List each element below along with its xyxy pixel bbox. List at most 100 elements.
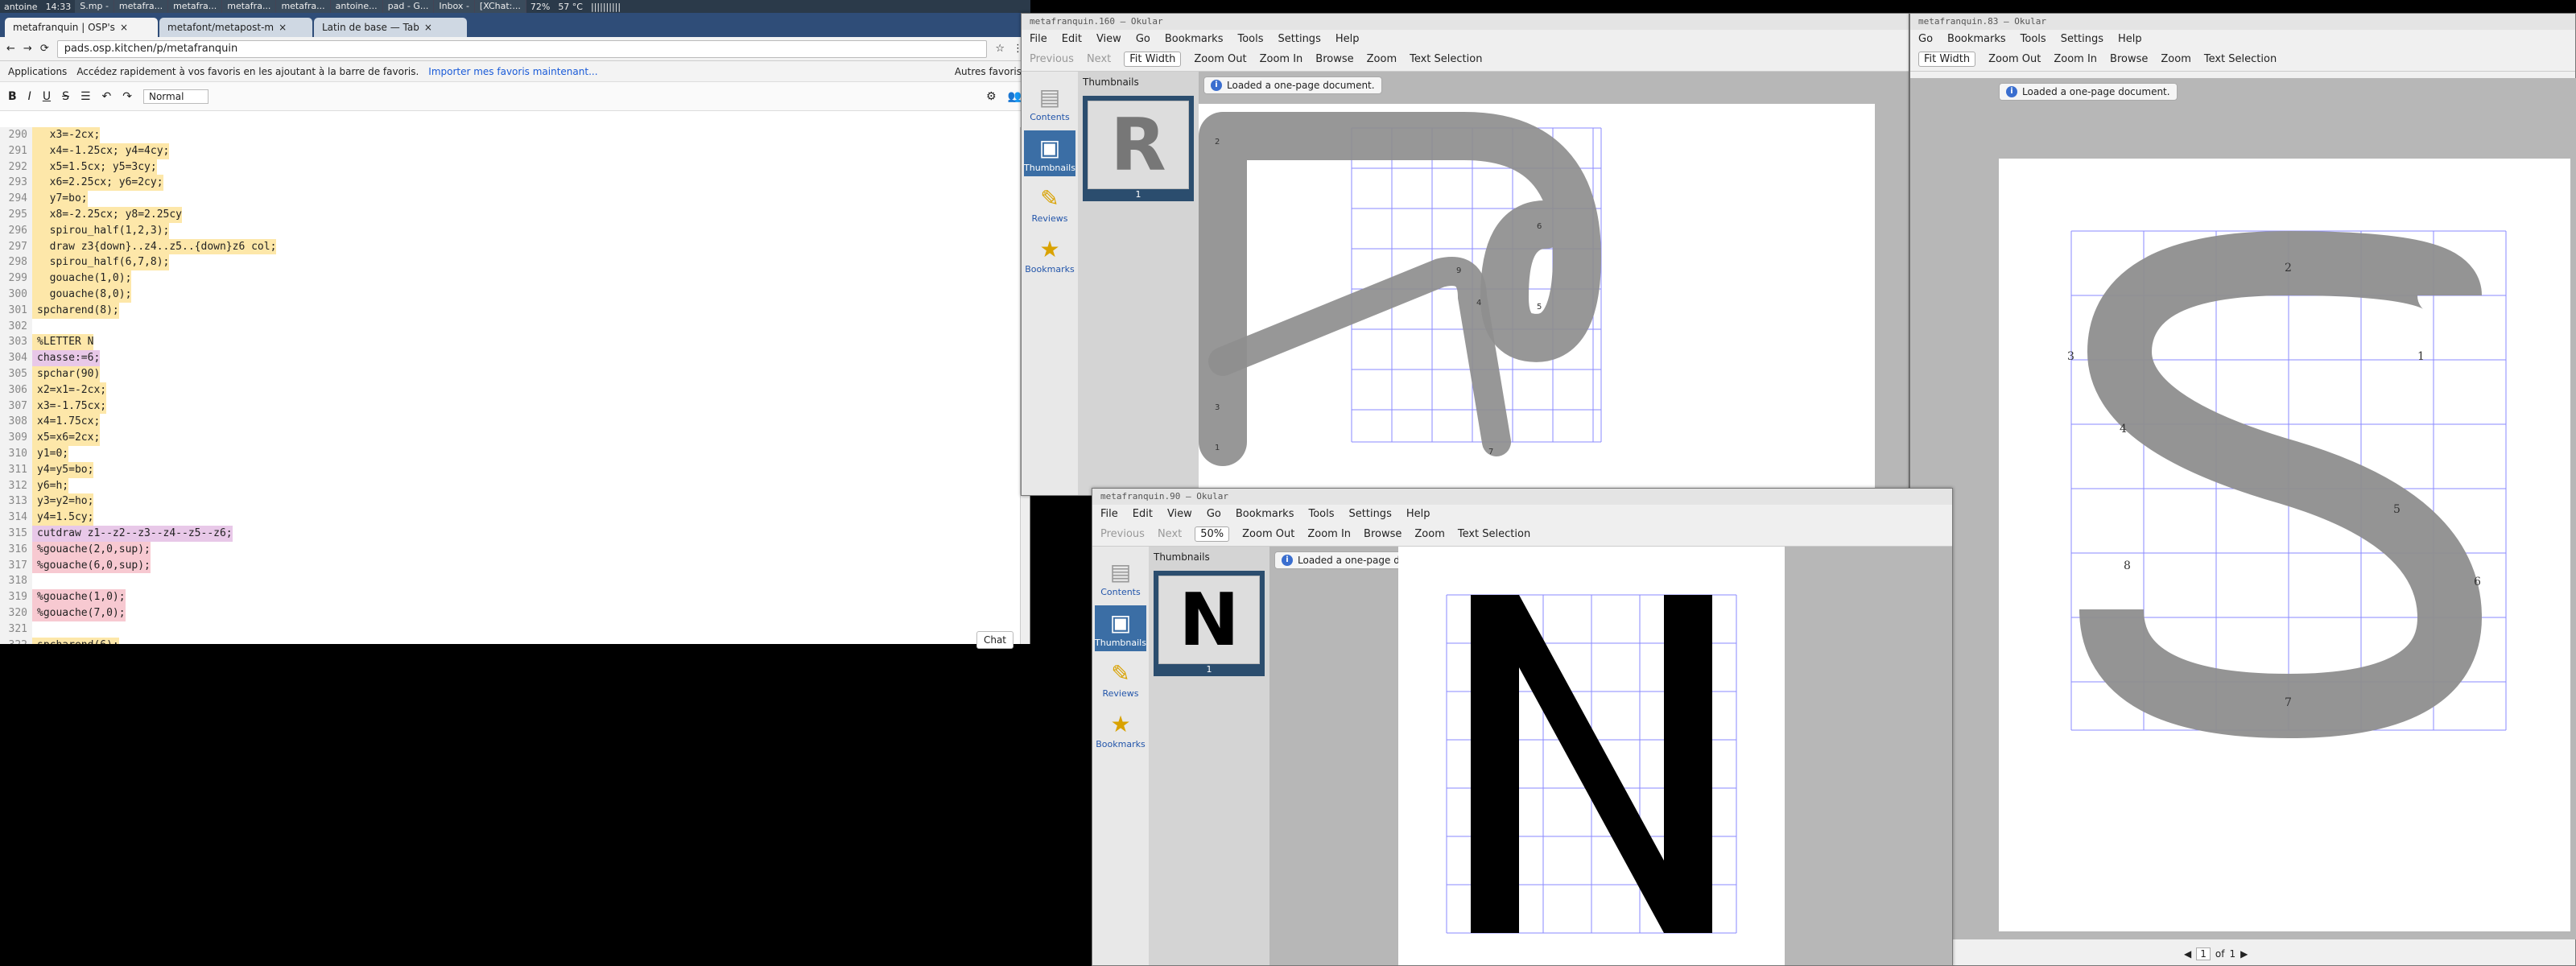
code-line[interactable]: 297 draw z3{down}..z4..z5..{down}z6 col; xyxy=(0,238,1021,255)
zoom-select[interactable]: 50% xyxy=(1195,526,1230,542)
document-view[interactable]: i Loaded a one-page document. 2 3 1 4 5 8… xyxy=(1910,78,2576,939)
zoom-out-button[interactable]: Zoom Out xyxy=(1194,53,1246,65)
browse-button[interactable]: Browse xyxy=(1364,528,1402,540)
zoom-out-button[interactable]: Zoom Out xyxy=(1988,53,2041,65)
code-line[interactable]: 295 x8=-2.25cx; y8=2.25cy xyxy=(0,206,1021,223)
sidebar-item-bookmarks[interactable]: ★ Bookmarks xyxy=(1095,707,1146,753)
previous-button[interactable]: Previous xyxy=(1030,53,1074,65)
browse-button[interactable]: Browse xyxy=(1315,53,1353,65)
menu-item[interactable]: File xyxy=(1100,508,1118,520)
redo-icon[interactable]: ↷ xyxy=(122,90,132,103)
text-selection-button[interactable]: Text Selection xyxy=(2204,53,2277,65)
menu-item[interactable]: Edit xyxy=(1062,33,1082,45)
taskbar-task[interactable]: metafra... xyxy=(114,0,169,13)
apps-link[interactable]: Applications xyxy=(8,66,67,77)
code-line[interactable]: 318 xyxy=(0,573,1021,590)
taskbar-task[interactable]: Inbox - xyxy=(434,0,475,13)
code-line[interactable]: 292 x5=1.5cx; y5=3cy; xyxy=(0,159,1021,175)
taskbar-task[interactable]: pad - G... xyxy=(382,0,435,13)
code-line[interactable]: 322spcharend(6); xyxy=(0,637,1021,644)
code-line[interactable]: 299 gouache(1,0); xyxy=(0,270,1021,287)
code-line[interactable]: 298 spirou_half(6,7,8); xyxy=(0,254,1021,271)
menu-item[interactable]: Go xyxy=(1136,33,1150,45)
menu-item[interactable]: Tools xyxy=(2021,33,2046,45)
zoom-tool-button[interactable]: Zoom xyxy=(1367,53,1397,65)
taskbar-task[interactable]: S.mp - xyxy=(75,0,114,13)
menu-item[interactable]: Go xyxy=(1918,33,1933,45)
code-line[interactable]: 315 cutdraw z1--z2--z3--z4--z5--z6; xyxy=(0,525,1021,542)
close-icon[interactable]: × xyxy=(120,18,128,37)
code-line[interactable]: 291 x4=-1.25cx; y4=4cy; xyxy=(0,142,1021,159)
import-bookmarks-link[interactable]: Importer mes favoris maintenant... xyxy=(428,66,597,77)
code-line[interactable]: 296 spirou_half(1,2,3); xyxy=(0,222,1021,239)
underline-button[interactable]: U xyxy=(43,90,51,103)
document-view[interactable]: i Loaded a one-page document. xyxy=(1269,547,1952,965)
taskbar-task[interactable]: antoine... xyxy=(330,0,383,13)
undo-icon[interactable]: ↶ xyxy=(102,90,112,103)
menu-item[interactable]: Tools xyxy=(1237,33,1263,45)
sidebar-item-thumbnails[interactable]: ▣ Thumbnails xyxy=(1095,605,1146,651)
menu-item[interactable]: View xyxy=(1096,33,1121,45)
next-button[interactable]: Next xyxy=(1158,528,1182,540)
code-line[interactable]: 313 y3=y2=ho; xyxy=(0,493,1021,510)
forward-icon[interactable]: → xyxy=(23,43,32,55)
code-line[interactable]: 293 x6=2.25cx; y6=2cy; xyxy=(0,175,1021,192)
code-line[interactable]: 317 %gouache(6,0,sup); xyxy=(0,557,1021,574)
next-button[interactable]: Next xyxy=(1087,53,1111,65)
sidebar-item-reviews[interactable]: ✎ Reviews xyxy=(1095,656,1146,702)
code-line[interactable]: 307 x3=-1.75cx; xyxy=(0,398,1021,415)
chat-button[interactable]: Chat xyxy=(976,631,1013,649)
italic-button[interactable]: I xyxy=(28,90,31,103)
menu-item[interactable]: Edit xyxy=(1133,508,1153,520)
browse-button[interactable]: Browse xyxy=(2110,53,2148,65)
code-line[interactable]: 306 x2=x1=-2cx; xyxy=(0,382,1021,398)
code-line[interactable]: 302 xyxy=(0,318,1021,335)
browser-tab[interactable]: Latin de base — Tab × xyxy=(314,18,467,37)
other-bookmarks[interactable]: Autres favoris xyxy=(955,66,1022,77)
settings-icon[interactable]: ⚙ xyxy=(986,90,997,103)
menu-item[interactable]: File xyxy=(1030,33,1047,45)
code-line[interactable]: 294 y7=bo; xyxy=(0,191,1021,207)
sidebar-item-contents[interactable]: ▤ Contents xyxy=(1095,555,1146,601)
zoom-tool-button[interactable]: Zoom xyxy=(2161,53,2190,65)
zoom-in-button[interactable]: Zoom In xyxy=(1260,53,1303,65)
menu-item[interactable]: Settings xyxy=(2061,33,2103,45)
code-line[interactable]: 311 y4=y5=bo; xyxy=(0,461,1021,478)
code-line[interactable]: 290 x3=-2cx; xyxy=(0,127,1021,143)
code-line[interactable]: 300 gouache(8,0); xyxy=(0,286,1021,303)
menu-item[interactable]: Help xyxy=(2118,33,2142,45)
next-page-icon[interactable]: ▶ xyxy=(2240,948,2248,960)
back-icon[interactable]: ← xyxy=(6,43,15,55)
code-line[interactable]: 308 x4=1.75cx; xyxy=(0,414,1021,431)
close-icon[interactable]: × xyxy=(279,18,287,37)
zoom-select[interactable]: Fit Width xyxy=(1124,52,1182,67)
users-icon[interactable]: 👥 xyxy=(1008,90,1022,103)
reload-icon[interactable]: ⟳ xyxy=(40,43,49,55)
text-selection-button[interactable]: Text Selection xyxy=(1458,528,1530,540)
document-view[interactable]: i Loaded a one-page document. 2 3 9 4 5 6… xyxy=(1199,72,1909,498)
previous-button[interactable]: Previous xyxy=(1100,528,1145,540)
code-line[interactable]: 305 spchar(90) xyxy=(0,365,1021,382)
menu-item[interactable]: View xyxy=(1167,508,1192,520)
sidebar-item-bookmarks[interactable]: ★ Bookmarks xyxy=(1024,232,1075,278)
zoom-in-button[interactable]: Zoom In xyxy=(2054,53,2097,65)
menu-item[interactable]: Tools xyxy=(1308,508,1334,520)
sidebar-item-thumbnails[interactable]: ▣ Thumbnails xyxy=(1024,130,1075,176)
star-icon[interactable]: ☆ xyxy=(995,43,1005,55)
code-line[interactable]: 316 %gouache(2,0,sup); xyxy=(0,541,1021,558)
code-line[interactable]: 314 y4=1.5cy; xyxy=(0,510,1021,526)
browser-tab[interactable]: metafont/metapost-m × xyxy=(159,18,312,37)
taskbar-task[interactable]: metafra... xyxy=(222,0,277,13)
code-editor[interactable]: 290 x3=-2cx; 291 x4=-1.25cx; y4=4cy; 292 x… xyxy=(0,127,1021,644)
browser-tab[interactable]: metafranquin | OSP's × xyxy=(5,18,158,37)
format-select[interactable]: Normal xyxy=(142,89,209,104)
strike-button[interactable]: S xyxy=(62,90,69,103)
text-selection-button[interactable]: Text Selection xyxy=(1410,53,1482,65)
code-line[interactable]: 301 spcharend(8); xyxy=(0,302,1021,319)
bold-button[interactable]: B xyxy=(8,90,17,103)
menu-item[interactable]: Bookmarks xyxy=(1165,33,1224,45)
zoom-in-button[interactable]: Zoom In xyxy=(1307,528,1351,540)
page-input[interactable]: 1 xyxy=(2196,947,2211,960)
taskbar-task[interactable]: metafra... xyxy=(168,0,223,13)
prev-page-icon[interactable]: ◀ xyxy=(2184,948,2191,960)
